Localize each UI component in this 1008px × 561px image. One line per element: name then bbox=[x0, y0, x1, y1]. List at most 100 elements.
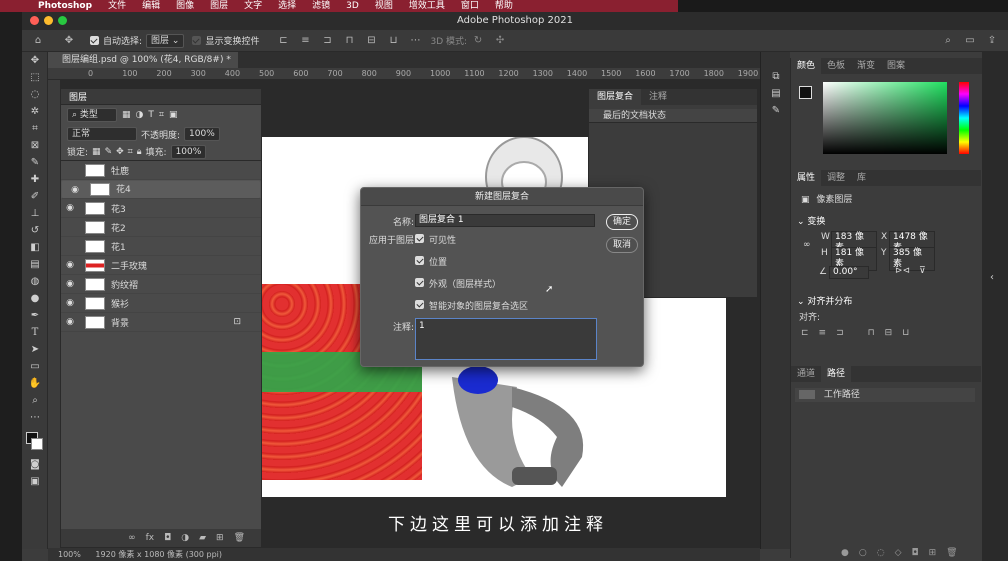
menu-type[interactable]: 文字 bbox=[236, 0, 270, 12]
filter-shape-icon[interactable]: ⌗ bbox=[159, 110, 164, 120]
pan-3d-icon[interactable]: ✣ bbox=[494, 35, 506, 47]
delete-path-icon[interactable]: 🗑︎ bbox=[946, 548, 957, 558]
menu-view[interactable]: 视图 bbox=[367, 0, 401, 12]
layer-row[interactable]: ◉ 背景 ⊡ bbox=[61, 313, 261, 332]
menu-filter[interactable]: 滤镜 bbox=[304, 0, 338, 12]
auto-select-checkbox[interactable] bbox=[90, 36, 99, 45]
menu-help[interactable]: 帮助 bbox=[487, 0, 521, 12]
flip-horizontal-icon[interactable]: ⊳⊲ bbox=[895, 266, 910, 276]
tab-swatches[interactable]: 色板 bbox=[821, 58, 851, 74]
align-right-icon[interactable]: ⊐ bbox=[836, 328, 844, 338]
lock-artboard-icon[interactable]: ⌗ bbox=[128, 147, 133, 157]
filter-adjust-icon[interactable]: ◑ bbox=[136, 110, 144, 120]
layer-row[interactable]: ◉ 花4 bbox=[61, 180, 261, 199]
new-group-icon[interactable]: ▰ bbox=[199, 533, 206, 543]
minimize-window-button[interactable] bbox=[44, 16, 53, 25]
edit-toolbar-icon[interactable]: ⋯ bbox=[22, 409, 48, 426]
orbit-3d-icon[interactable]: ↻ bbox=[472, 35, 484, 47]
tab-libraries[interactable]: 库 bbox=[851, 170, 872, 186]
lock-position-icon[interactable]: ✥ bbox=[116, 147, 124, 157]
menu-edit[interactable]: 编辑 bbox=[134, 0, 168, 12]
type-tool-icon[interactable]: T bbox=[22, 324, 48, 341]
transform-section-header[interactable]: ⌄ 变换 bbox=[797, 214, 825, 227]
menu-plugins[interactable]: 增效工具 bbox=[401, 0, 453, 12]
menu-file[interactable]: 文件 bbox=[100, 0, 134, 12]
dodge-tool-icon[interactable]: ● bbox=[22, 290, 48, 307]
foreground-color-swatch[interactable] bbox=[799, 86, 812, 99]
menu-layer[interactable]: 图层 bbox=[202, 0, 236, 12]
lock-image-icon[interactable]: ✎ bbox=[105, 147, 113, 157]
tab-adjustments[interactable]: 调整 bbox=[821, 170, 851, 186]
delete-layer-icon[interactable]: 🗑︎ bbox=[234, 533, 245, 543]
stroke-path-icon[interactable]: ○ bbox=[859, 548, 867, 558]
link-layers-icon[interactable]: ∞ bbox=[128, 533, 136, 543]
layer-row[interactable]: ◉ 花3 bbox=[61, 199, 261, 218]
blend-mode-dropdown[interactable]: 正常 bbox=[67, 127, 137, 141]
visibility-eye-icon[interactable]: ◉ bbox=[66, 184, 84, 196]
search-icon[interactable]: ⌕ bbox=[942, 35, 954, 47]
new-layer-icon[interactable]: ⊞ bbox=[216, 533, 224, 543]
layer-row[interactable]: 牡鹿 bbox=[61, 161, 261, 180]
auto-select-dropdown[interactable]: 图层 ⌄ bbox=[146, 33, 185, 48]
new-path-icon[interactable]: ⊞ bbox=[929, 548, 937, 558]
filter-pixel-icon[interactable]: ▦ bbox=[122, 110, 131, 120]
ok-button[interactable]: 确定 bbox=[606, 214, 638, 230]
tab-patterns[interactable]: 图案 bbox=[881, 58, 911, 74]
path-selection-tool-icon[interactable]: ➤ bbox=[22, 341, 48, 358]
lasso-tool-icon[interactable]: ◌ bbox=[22, 86, 48, 103]
notes-panel-icon[interactable]: ✎ bbox=[761, 102, 791, 119]
show-transform-checkbox[interactable] bbox=[192, 36, 202, 45]
align-hcenter-icon[interactable]: ≡ bbox=[819, 328, 827, 338]
align-center-icon[interactable]: ≡ bbox=[299, 35, 311, 47]
link-dimensions-icon[interactable]: ∞ bbox=[803, 240, 811, 250]
opacity-input[interactable]: 100% bbox=[184, 127, 220, 141]
position-checkbox[interactable] bbox=[415, 256, 424, 265]
menu-select[interactable]: 选择 bbox=[270, 0, 304, 12]
lock-transparent-icon[interactable]: ▦ bbox=[92, 147, 101, 157]
share-icon[interactable]: ⇪ bbox=[986, 35, 998, 47]
tab-paths[interactable]: 路径 bbox=[821, 366, 852, 382]
fx-icon[interactable]: fx bbox=[146, 533, 155, 543]
color-picker-field[interactable] bbox=[823, 82, 947, 154]
cancel-button[interactable]: 取消 bbox=[606, 237, 638, 253]
layer-filter-dropdown[interactable]: ⌕ 类型 bbox=[67, 108, 117, 122]
filter-smart-icon[interactable]: ▣ bbox=[169, 110, 178, 120]
tab-color[interactable]: 颜色 bbox=[791, 58, 822, 74]
visibility-eye-icon[interactable]: ◉ bbox=[61, 260, 79, 270]
visibility-checkbox[interactable] bbox=[415, 234, 424, 243]
visibility-eye-icon[interactable]: ◉ bbox=[61, 203, 79, 213]
magic-wand-tool-icon[interactable]: ✲ bbox=[22, 103, 48, 120]
healing-brush-tool-icon[interactable]: ✚ bbox=[22, 171, 48, 188]
fill-input[interactable]: 100% bbox=[170, 144, 207, 159]
eyedropper-tool-icon[interactable]: ✎ bbox=[22, 154, 48, 171]
last-document-state-item[interactable]: 最后的文档状态 bbox=[589, 109, 757, 123]
align-middle-icon[interactable]: ⊟ bbox=[365, 35, 377, 47]
menu-photoshop[interactable]: Photoshop bbox=[0, 0, 100, 12]
align-vcenter-icon[interactable]: ⊟ bbox=[885, 328, 893, 338]
color-swatches-icon[interactable] bbox=[22, 426, 48, 456]
visibility-eye-icon[interactable]: ◉ bbox=[61, 317, 79, 327]
move-tool-icon[interactable]: ✥ bbox=[22, 52, 48, 69]
smart-object-checkbox[interactable] bbox=[415, 300, 424, 309]
layer-row[interactable]: 花1 bbox=[61, 237, 261, 256]
collapse-arrow-icon[interactable]: ‹ bbox=[990, 272, 994, 283]
zoom-window-button[interactable] bbox=[58, 16, 67, 25]
fill-path-icon[interactable]: ● bbox=[841, 548, 849, 558]
layer-row[interactable]: 花2 bbox=[61, 218, 261, 237]
align-left-icon[interactable]: ⊏ bbox=[277, 35, 289, 47]
align-left-icon[interactable]: ⊏ bbox=[801, 328, 809, 338]
marquee-tool-icon[interactable]: ⬚ bbox=[22, 69, 48, 86]
layer-comps-panel-icon[interactable]: ▤ bbox=[761, 85, 791, 102]
make-path-icon[interactable]: ◇ bbox=[895, 548, 902, 558]
brush-tool-icon[interactable]: ✐ bbox=[22, 188, 48, 205]
history-panel-icon[interactable]: ⧉ bbox=[761, 68, 791, 85]
move-tool-icon[interactable]: ✥ bbox=[63, 35, 75, 47]
eraser-tool-icon[interactable]: ◧ bbox=[22, 239, 48, 256]
comment-textarea[interactable]: 1 bbox=[415, 318, 597, 360]
add-mask-icon[interactable]: ◘ bbox=[912, 548, 919, 558]
add-mask-icon[interactable]: ◘ bbox=[164, 533, 171, 543]
align-section-header[interactable]: ⌄ 对齐并分布 bbox=[797, 294, 852, 307]
screen-mode-icon[interactable]: ▣ bbox=[22, 473, 48, 490]
home-icon[interactable]: ⌂ bbox=[32, 35, 44, 47]
filter-type-icon[interactable]: T bbox=[148, 110, 154, 120]
